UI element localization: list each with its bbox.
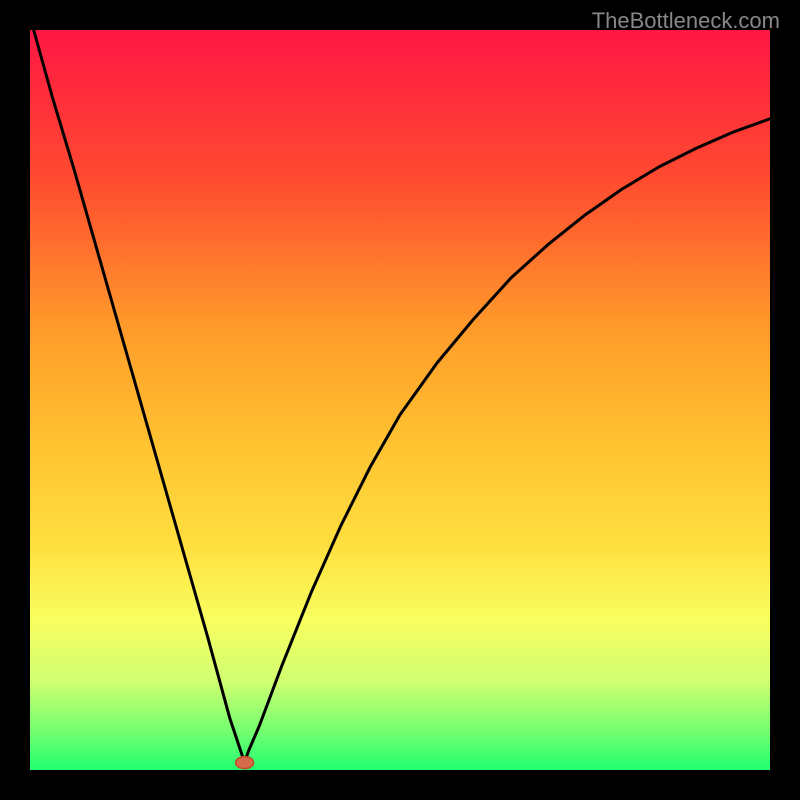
bottleneck-curve (34, 30, 770, 763)
chart-overlay (0, 0, 800, 800)
chart-container: TheBottleneck.com (0, 0, 800, 800)
bottleneck-marker (236, 757, 254, 769)
watermark-label: TheBottleneck.com (592, 8, 780, 34)
